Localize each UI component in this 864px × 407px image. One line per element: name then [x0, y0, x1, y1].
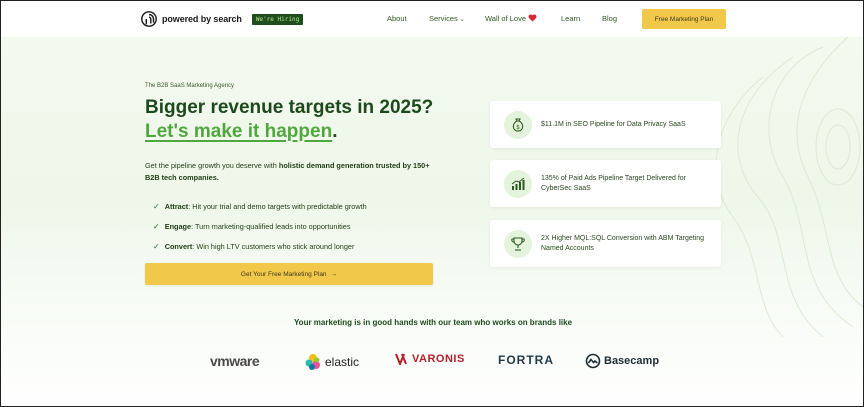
svg-text:$: $ [516, 124, 520, 131]
stat-text: 135% of Paid Ads Pipeline Target Deliver… [541, 174, 687, 192]
basecamp-logo: Basecamp [585, 353, 659, 369]
brand-label: Basecamp [604, 355, 660, 367]
bullet-text: : Turn marketing-qualified leads into op… [191, 221, 351, 231]
brand-name: powered by search [162, 14, 242, 24]
brand-label: FORTRA [498, 353, 554, 367]
fortra-logo: FORTRA [498, 353, 554, 367]
nav-about[interactable]: About [387, 14, 407, 23]
brand-label: elastic [325, 355, 360, 369]
stat-text: 2X Higher MQL:SQL Conversion with ABM Ta… [541, 234, 705, 252]
nav-wall-label: Wall of Love [485, 14, 526, 23]
hero-headline: Bigger revenue targets in 2025? Let's ma… [145, 96, 445, 144]
varonis-mark-icon [395, 353, 407, 365]
trophy-icon [504, 229, 532, 258]
stat-card-seo: $ $11.1M in SEO Pipeline for Data Privac… [490, 101, 721, 148]
nav-services[interactable]: Services ⌄ [429, 14, 465, 23]
nav-wall-of-love[interactable]: Wall of Love [485, 14, 537, 23]
stat-card-abm: 2X Higher MQL:SQL Conversion with ABM Ta… [490, 220, 721, 267]
bullet-text: : Hit your trial and demo targets with p… [188, 201, 367, 211]
hero-lead: Get the pipeline growth you deserve with… [145, 160, 445, 184]
bullet-attract: ✓ Attract: Hit your trial and demo targe… [153, 196, 453, 216]
headline-highlight-link[interactable]: Let's make it happen [145, 121, 332, 142]
nav-learn[interactable]: Learn [561, 14, 580, 23]
bullet-term: Attract [164, 201, 189, 211]
fingerprint-logo-icon [141, 11, 157, 27]
growth-chart-icon [504, 169, 532, 198]
check-icon: ✓ [153, 221, 160, 231]
brand-logo[interactable]: powered by search We're Hiring [140, 10, 304, 28]
elastic-mark-icon [305, 354, 320, 370]
heart-icon [528, 14, 537, 22]
stat-text: $11.1M in SEO Pipeline for Data Privacy … [541, 120, 686, 128]
elastic-logo: elastic [304, 353, 359, 371]
hiring-badge[interactable]: We're Hiring [251, 13, 304, 25]
bullet-term: Engage [164, 221, 192, 231]
headline-main: Bigger revenue targets in 2025? [145, 97, 434, 118]
chevron-down-icon: ⌄ [459, 17, 465, 23]
bullet-engage: ✓ Engage: Turn marketing-qualified leads… [153, 216, 453, 236]
hero-eyebrow: The B2B SaaS Marketing Agency [145, 83, 235, 89]
brand-label: VARONIS [412, 353, 465, 365]
check-icon: ✓ [153, 201, 160, 211]
stat-card-paid-ads: 135% of Paid Ads Pipeline Target Deliver… [490, 160, 721, 207]
get-free-marketing-plan-button[interactable]: Get Your Free Marketing Plan → [145, 263, 433, 285]
bullet-convert: ✓ Convert: Win high LTV customers who st… [153, 236, 453, 256]
check-icon: ✓ [153, 241, 160, 251]
bullet-text: : Win high LTV customers who stick aroun… [192, 241, 355, 251]
varonis-logo: VARONIS [395, 353, 465, 365]
arrow-right-icon: → [330, 270, 338, 278]
nav-services-label: Services [429, 14, 458, 23]
nav-blog[interactable]: Blog [602, 14, 617, 23]
bullet-term: Convert [164, 241, 193, 251]
site-header: powered by search We're Hiring About Ser… [1, 1, 863, 37]
headline-end: . [332, 121, 338, 142]
cta-main-label: Get Your Free Marketing Plan [240, 270, 327, 278]
vmware-logo: vmware [210, 353, 260, 369]
basecamp-mark-icon [585, 353, 601, 369]
free-marketing-plan-button[interactable]: Free Marketing Plan [642, 9, 726, 29]
value-bullets: ✓ Attract: Hit your trial and demo targe… [153, 196, 453, 256]
page: powered by search We're Hiring About Ser… [0, 0, 864, 407]
brand-label: vmware [210, 353, 260, 369]
trust-heading: Your marketing is in good hands with our… [293, 318, 573, 327]
lead-plain: Get the pipeline growth you deserve with [145, 161, 277, 170]
money-bag-icon: $ [504, 110, 532, 139]
